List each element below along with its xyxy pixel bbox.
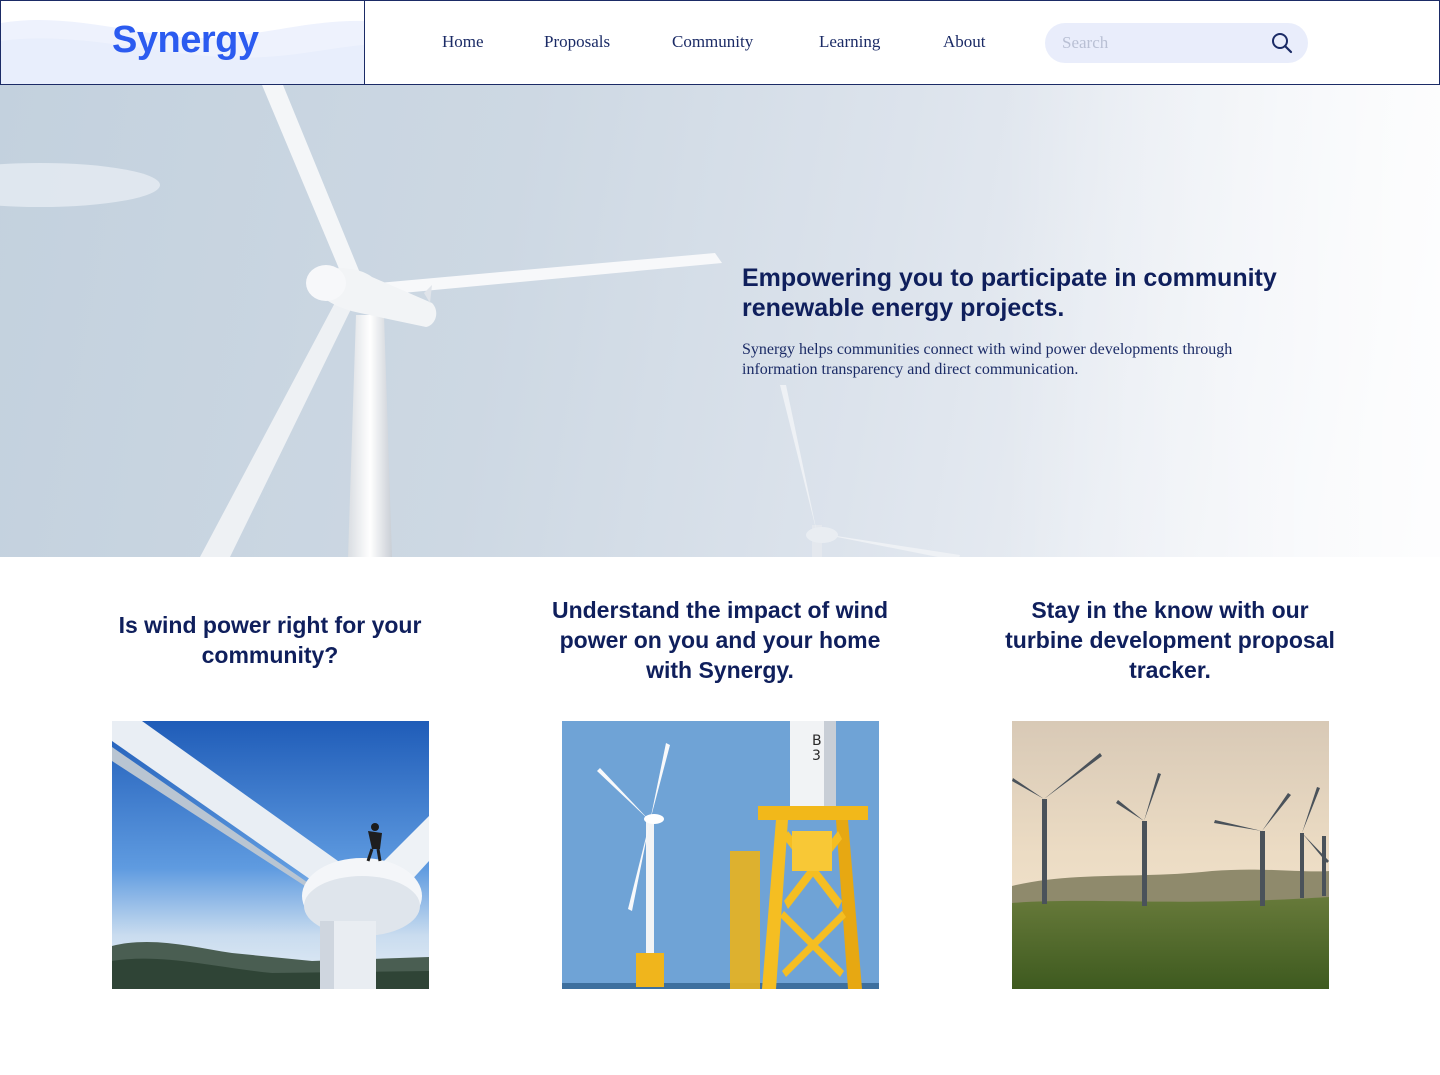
feature-heading-impact: Understand the impact of wind power on y… [551, 597, 889, 683]
offshore-turbine-photo[interactable]: B 3 [562, 721, 879, 989]
nav-community[interactable]: Community [672, 32, 753, 52]
nav-about[interactable]: About [943, 32, 986, 52]
logo-container: Synergy [1, 1, 365, 84]
search-input[interactable] [1062, 32, 1262, 54]
nav-home[interactable]: Home [442, 32, 484, 52]
hero-subtitle: Synergy helps communities connect with w… [742, 341, 1233, 378]
turbine-technician-photo[interactable] [112, 721, 429, 989]
site-header: Synergy Home Proposals Community Learnin… [0, 0, 1440, 85]
nav-learning[interactable]: Learning [819, 32, 880, 52]
feature-heading-tracker: Stay in the know with our turbine develo… [1005, 597, 1335, 683]
search-icon[interactable] [1270, 31, 1294, 55]
logo[interactable]: Synergy [112, 19, 259, 62]
hero-section: Empowering you to participate in communi… [0, 85, 1440, 557]
feature-heading-community: Is wind power right for your community? [118, 612, 422, 668]
svg-text:B: B [812, 733, 822, 749]
search-bar[interactable] [1045, 23, 1308, 63]
nav-proposals[interactable]: Proposals [544, 32, 610, 52]
wind-farm-field-photo[interactable] [1012, 721, 1329, 989]
hero-title: Empowering you to participate in communi… [742, 264, 1277, 322]
svg-text:3: 3 [812, 748, 821, 764]
